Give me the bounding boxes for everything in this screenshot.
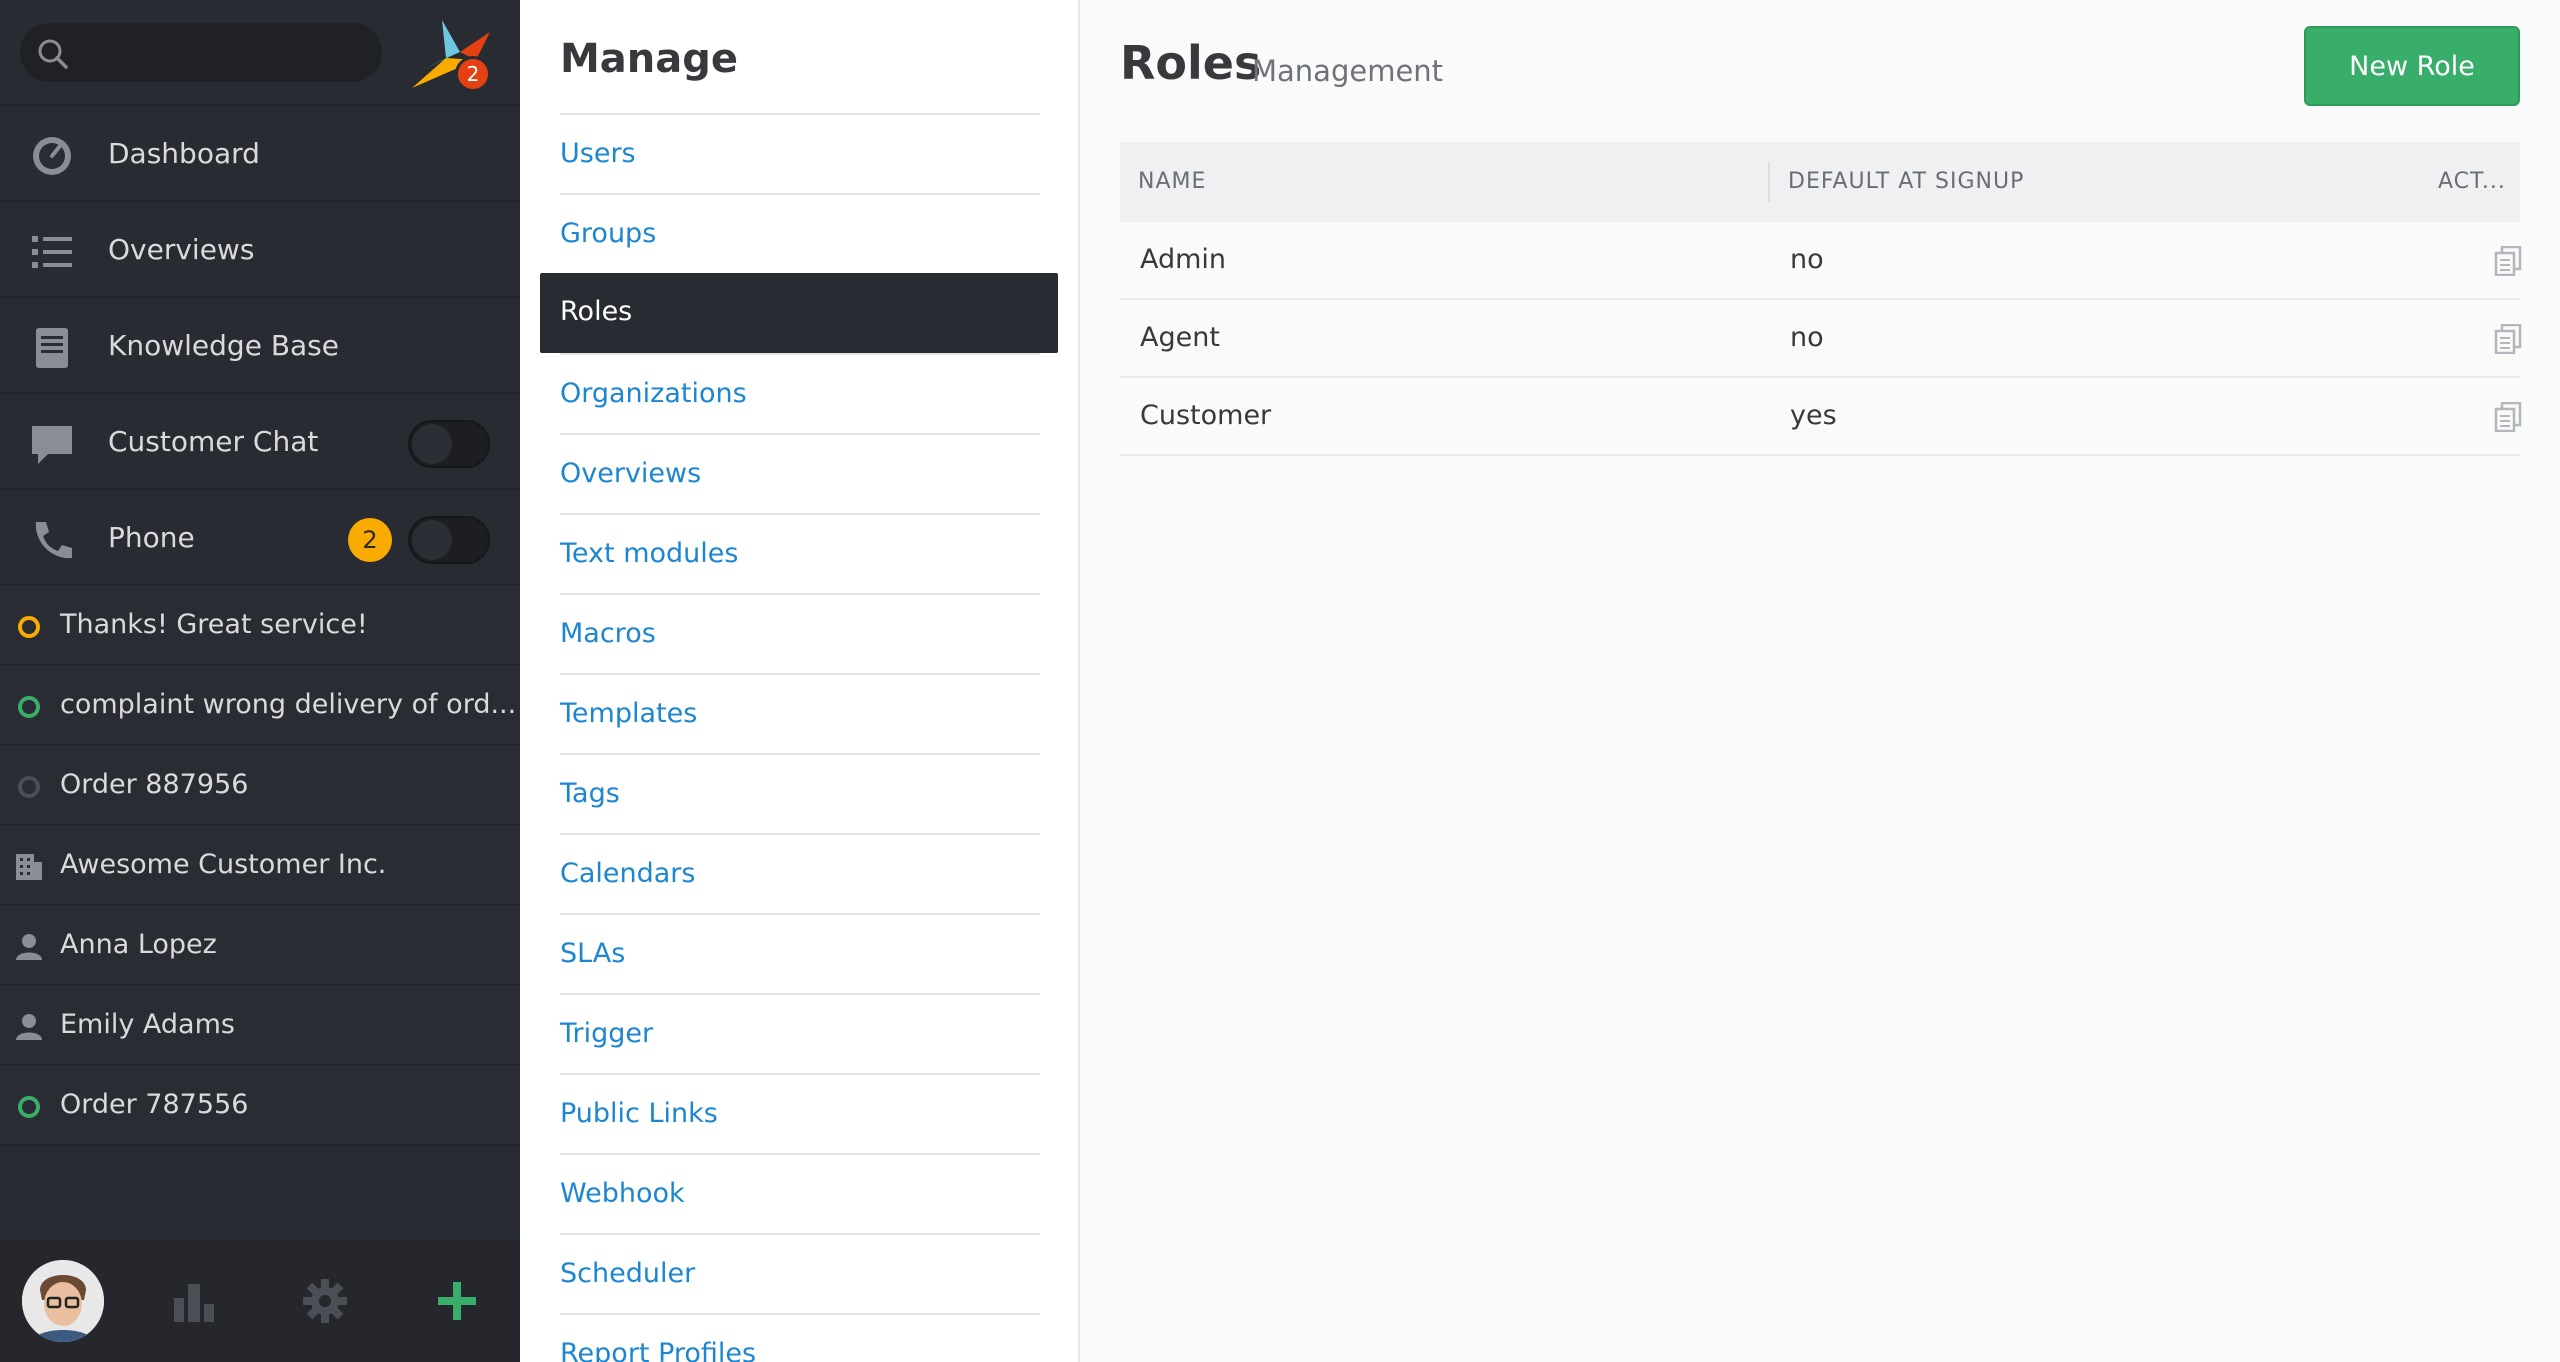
phone-toggle[interactable]: [408, 516, 490, 564]
table-row[interactable]: Agent no: [1120, 300, 2522, 378]
clone-icon[interactable]: [2494, 402, 2522, 432]
manage-item-users[interactable]: Users: [560, 113, 1040, 193]
nav-label: Customer Chat: [108, 425, 319, 458]
phone-count-badge: 2: [348, 518, 392, 562]
task-item[interactable]: Anna Lopez: [0, 906, 520, 986]
person-icon: [16, 1014, 42, 1040]
nav-item-overviews[interactable]: Overviews: [0, 202, 520, 298]
search-box[interactable]: [20, 23, 382, 82]
role-default: no: [1790, 244, 1824, 275]
clone-icon[interactable]: [2494, 324, 2522, 354]
clone-icon[interactable]: [2494, 246, 2522, 276]
manage-item-overviews[interactable]: Overviews: [560, 433, 1040, 513]
notification-badge[interactable]: 2: [455, 56, 491, 92]
table-row[interactable]: Admin no: [1120, 222, 2522, 300]
phone-icon: [35, 522, 72, 559]
manage-item-templates[interactable]: Templates: [560, 673, 1040, 753]
manage-item-organizations[interactable]: Organizations: [560, 353, 1040, 433]
manage-item-tags[interactable]: Tags: [560, 753, 1040, 833]
manage-item-roles[interactable]: Roles: [540, 273, 1058, 353]
chat-icon: [32, 426, 72, 464]
nav-item-knowledge-base[interactable]: Knowledge Base: [0, 298, 520, 394]
task-item[interactable]: Thanks! Great service!: [0, 586, 520, 666]
manage-item-webhook[interactable]: Webhook: [560, 1153, 1040, 1233]
manage-item-groups[interactable]: Groups: [560, 193, 1040, 273]
search-input[interactable]: [84, 23, 364, 82]
content-area: Roles Management New Role NAME DEFAULT A…: [1080, 0, 2560, 1362]
sidebar-topbar: 2: [0, 0, 520, 106]
nav-item-dashboard[interactable]: Dashboard: [0, 106, 520, 202]
nav-item-customer-chat[interactable]: Customer Chat: [0, 394, 520, 490]
task-label: complaint wrong delivery of ord...: [60, 689, 517, 720]
organization-icon: [16, 854, 42, 880]
person-icon: [16, 934, 42, 960]
role-default: yes: [1790, 400, 1837, 431]
list-icon: [32, 236, 72, 268]
task-item[interactable]: Emily Adams: [0, 986, 520, 1066]
manage-item-trigger[interactable]: Trigger: [560, 993, 1040, 1073]
role-default: no: [1790, 322, 1824, 353]
book-icon: [36, 328, 68, 368]
column-header-actions[interactable]: ACT...: [2438, 142, 2506, 222]
manage-panel: Manage Users Groups Roles Organizations …: [520, 0, 1080, 1362]
column-divider[interactable]: [1768, 162, 1770, 202]
column-header-name[interactable]: NAME: [1138, 142, 1206, 222]
chat-toggle[interactable]: [408, 420, 490, 468]
manage-title: Manage: [560, 36, 739, 82]
manage-item-slas[interactable]: SLAs: [560, 913, 1040, 993]
task-item[interactable]: complaint wrong delivery of ord...: [0, 666, 520, 746]
manage-item-scheduler[interactable]: Scheduler: [560, 1233, 1040, 1313]
page-subtitle: Management: [1252, 54, 1444, 88]
task-label: Awesome Customer Inc.: [60, 849, 387, 880]
ticket-status-new-icon: [14, 692, 44, 722]
new-role-button[interactable]: New Role: [2304, 26, 2520, 106]
ticket-status-closed-icon: [14, 772, 44, 802]
ticket-status-new-icon: [14, 1092, 44, 1122]
nav-label: Overviews: [108, 233, 255, 266]
page-title: Roles: [1120, 36, 1262, 90]
ticket-status-open-icon: [14, 612, 44, 642]
manage-item-public-links[interactable]: Public Links: [560, 1073, 1040, 1153]
task-label: Thanks! Great service!: [60, 609, 368, 640]
nav-label: Knowledge Base: [108, 329, 339, 362]
nav-label: Dashboard: [108, 137, 260, 170]
avatar-image: [22, 1260, 104, 1342]
task-label: Order 887956: [60, 769, 249, 800]
add-icon[interactable]: [432, 1276, 482, 1326]
role-name[interactable]: Admin: [1140, 222, 1226, 298]
avatar[interactable]: [22, 1260, 104, 1342]
role-name[interactable]: Customer: [1140, 378, 1271, 454]
table-row[interactable]: Customer yes: [1120, 378, 2522, 456]
role-name[interactable]: Agent: [1140, 300, 1220, 376]
main-sidebar: 2 Dashboard Overviews Knowledge Base Cus…: [0, 0, 520, 1362]
task-item[interactable]: Order 887956: [0, 746, 520, 826]
manage-item-text-modules[interactable]: Text modules: [560, 513, 1040, 593]
gear-icon[interactable]: [300, 1276, 350, 1326]
dashboard-icon: [33, 137, 71, 175]
manage-item-report-profiles[interactable]: Report Profiles: [560, 1313, 1040, 1362]
task-label: Order 787556: [60, 1089, 249, 1120]
manage-item-calendars[interactable]: Calendars: [560, 833, 1040, 913]
nav-item-phone[interactable]: Phone 2: [0, 490, 520, 586]
task-item[interactable]: Order 787556: [0, 1066, 520, 1146]
table-header: NAME DEFAULT AT SIGNUP ACT...: [1120, 142, 2520, 222]
sidebar-bottom-bar: [0, 1240, 520, 1362]
task-label: Emily Adams: [60, 1009, 235, 1040]
manage-item-macros[interactable]: Macros: [560, 593, 1040, 673]
task-label: Anna Lopez: [60, 929, 217, 960]
nav-label: Phone: [108, 521, 195, 554]
column-header-default[interactable]: DEFAULT AT SIGNUP: [1788, 142, 2024, 222]
reports-icon[interactable]: [170, 1276, 220, 1326]
task-item[interactable]: Awesome Customer Inc.: [0, 826, 520, 906]
search-icon: [38, 39, 68, 69]
